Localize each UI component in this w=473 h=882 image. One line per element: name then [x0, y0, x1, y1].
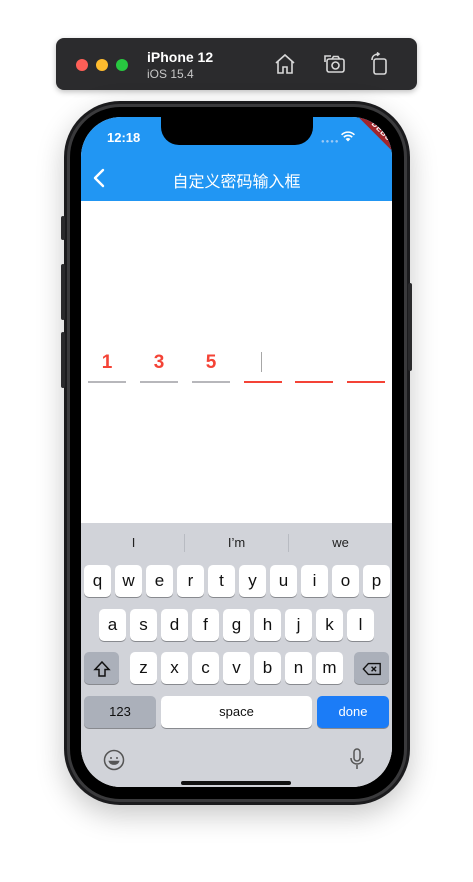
debug-banner: DEBUG	[354, 117, 392, 163]
code-box[interactable]: 5	[192, 345, 230, 383]
code-digit: 1	[101, 352, 113, 373]
screenshot-icon[interactable]	[323, 52, 347, 76]
key-s[interactable]: s	[130, 609, 157, 641]
keyboard: I I’m we q w e r t y u i o p a s d f g h…	[81, 523, 392, 787]
key-u[interactable]: u	[270, 565, 297, 597]
key-a[interactable]: a	[99, 609, 126, 641]
key-z[interactable]: z	[130, 652, 157, 684]
rotate-icon[interactable]	[368, 51, 392, 76]
key-y[interactable]: y	[239, 565, 266, 597]
key-w[interactable]: w	[115, 565, 142, 597]
notch	[161, 117, 313, 145]
code-box[interactable]: 1	[88, 345, 126, 383]
code-box[interactable]: 3	[140, 345, 178, 383]
code-box[interactable]	[347, 345, 385, 383]
backspace-icon	[361, 662, 381, 675]
code-underline	[244, 381, 282, 383]
power-button	[408, 283, 412, 371]
suggestion-item[interactable]: I’m	[185, 535, 288, 550]
minimize-window-button[interactable]	[96, 59, 108, 71]
zoom-window-button[interactable]	[116, 59, 128, 71]
status-time: 12:18	[107, 130, 141, 145]
code-underline	[88, 381, 126, 383]
key-m[interactable]: m	[316, 652, 343, 684]
key-t[interactable]: t	[208, 565, 235, 597]
key-r[interactable]: r	[177, 565, 204, 597]
suggestion-item[interactable]: we	[289, 535, 392, 550]
key-e[interactable]: e	[146, 565, 173, 597]
code-underline	[192, 381, 230, 383]
os-version: iOS 15.4	[147, 67, 194, 81]
code-input[interactable]: 1 3 5	[81, 345, 392, 385]
key-k[interactable]: k	[316, 609, 343, 641]
code-underline	[347, 381, 385, 383]
code-underline	[140, 381, 178, 383]
key-f[interactable]: f	[192, 609, 219, 641]
key-q[interactable]: q	[84, 565, 111, 597]
close-window-button[interactable]	[76, 59, 88, 71]
volume-down-button	[61, 332, 65, 388]
microphone-icon[interactable]	[349, 747, 365, 771]
shift-icon	[92, 660, 111, 677]
mute-switch	[61, 216, 65, 240]
code-box[interactable]	[295, 345, 333, 383]
key-l[interactable]: l	[347, 609, 374, 641]
cellular-signal-icon: ●●●●	[321, 139, 340, 145]
key-d[interactable]: d	[161, 609, 188, 641]
key-i[interactable]: i	[301, 565, 328, 597]
simulator-toolbar: iPhone 12 iOS 15.4	[56, 38, 417, 90]
space-key[interactable]: space	[161, 696, 312, 728]
key-n[interactable]: n	[285, 652, 312, 684]
key-v[interactable]: v	[223, 652, 250, 684]
key-p[interactable]: p	[363, 565, 390, 597]
shift-key[interactable]	[84, 652, 119, 684]
key-c[interactable]: c	[192, 652, 219, 684]
code-underline	[295, 381, 333, 383]
volume-up-button	[61, 264, 65, 320]
page-title: 自定义密码输入框	[172, 174, 301, 191]
phone-screen: 12:18 ●●●● DEBUG 自定义密码输入框 1 3 5 I I’m we…	[81, 117, 392, 787]
suggestion-bar: I I’m we	[81, 523, 392, 561]
key-j[interactable]: j	[285, 609, 312, 641]
device-name: iPhone 12	[147, 49, 214, 65]
code-digit: 3	[153, 352, 165, 373]
home-icon[interactable]	[273, 52, 297, 76]
key-o[interactable]: o	[332, 565, 359, 597]
suggestion-item[interactable]: I	[82, 535, 185, 550]
home-indicator[interactable]	[181, 781, 291, 785]
code-digit: 5	[205, 352, 217, 373]
key-x[interactable]: x	[161, 652, 188, 684]
emoji-icon[interactable]	[103, 749, 125, 771]
code-box-active[interactable]	[244, 345, 282, 383]
app-bar: 12:18 ●●●● DEBUG 自定义密码输入框	[81, 117, 392, 201]
delete-key[interactable]	[354, 652, 389, 684]
numbers-key[interactable]: 123	[84, 696, 156, 728]
text-caret	[261, 352, 262, 372]
key-g[interactable]: g	[223, 609, 250, 641]
done-key[interactable]: done	[317, 696, 389, 728]
key-h[interactable]: h	[254, 609, 281, 641]
wifi-icon	[341, 131, 355, 142]
key-b[interactable]: b	[254, 652, 281, 684]
